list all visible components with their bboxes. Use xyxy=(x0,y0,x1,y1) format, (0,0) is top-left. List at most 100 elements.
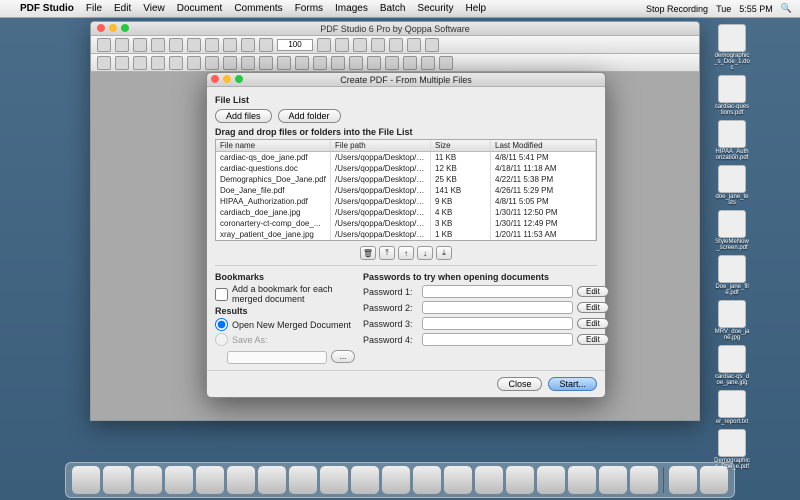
highlight-icon[interactable] xyxy=(331,56,345,70)
snapshot-icon[interactable] xyxy=(389,38,403,52)
desktop-file[interactable]: Doe_jane_file.pdf xyxy=(714,255,750,296)
first-page-icon[interactable] xyxy=(151,38,165,52)
dialog-close-icon[interactable] xyxy=(211,75,219,83)
desktop-file[interactable]: StyleMeNow_screen.pdf xyxy=(714,210,750,251)
minimize-icon[interactable] xyxy=(109,24,117,32)
note-icon[interactable] xyxy=(223,56,237,70)
line-icon[interactable] xyxy=(133,56,147,70)
dock-app5[interactable] xyxy=(568,466,596,494)
close-button[interactable]: Close xyxy=(497,377,542,391)
dock-app2[interactable] xyxy=(196,466,224,494)
squiggly-icon[interactable] xyxy=(385,56,399,70)
dock-safari[interactable] xyxy=(227,466,255,494)
zoom-out-icon[interactable] xyxy=(259,38,273,52)
add-folder-button[interactable]: Add folder xyxy=(278,109,341,123)
table-row[interactable]: cardiac-questions.doc/Users/qoppa/Deskto… xyxy=(216,163,596,174)
square-icon[interactable] xyxy=(115,56,129,70)
fit-width-icon[interactable] xyxy=(241,38,255,52)
callout-icon[interactable] xyxy=(259,56,273,70)
polygon-icon[interactable] xyxy=(187,56,201,70)
col-filepath[interactable]: File path xyxy=(331,140,431,151)
dock-app6[interactable] xyxy=(630,466,658,494)
add-files-button[interactable]: Add files xyxy=(215,109,272,123)
col-filename[interactable]: File name xyxy=(216,140,331,151)
distance-icon[interactable] xyxy=(421,56,435,70)
pwd2-input[interactable] xyxy=(422,301,573,314)
circle-icon[interactable] xyxy=(97,56,111,70)
zoom-input[interactable] xyxy=(277,39,313,51)
menu-view[interactable]: View xyxy=(143,3,165,14)
menu-comments[interactable]: Comments xyxy=(234,3,282,14)
dock-settings[interactable] xyxy=(134,466,162,494)
dock-finder[interactable] xyxy=(72,466,100,494)
link-icon[interactable] xyxy=(313,56,327,70)
textbox-icon[interactable] xyxy=(241,56,255,70)
table-row[interactable]: cardiacb_doe_jane.jpg/Users/qoppa/Deskto… xyxy=(216,207,596,218)
open-icon[interactable] xyxy=(97,38,111,52)
close-icon[interactable] xyxy=(97,24,105,32)
sound-icon[interactable] xyxy=(295,56,309,70)
table-row[interactable]: cardiac-qs_doe_jane.pdf/Users/qoppa/Desk… xyxy=(216,152,596,163)
pwd3-input[interactable] xyxy=(422,317,573,330)
menu-forms[interactable]: Forms xyxy=(295,3,323,14)
table-row[interactable]: xray_patient_doe_jane.jpg/Users/qoppa/De… xyxy=(216,229,596,240)
next-page-icon[interactable] xyxy=(187,38,201,52)
browse-button[interactable]: ... xyxy=(331,350,355,363)
move-down-button[interactable]: ↓ xyxy=(417,246,433,260)
open-new-radio[interactable] xyxy=(215,318,228,331)
dialog-minimize-icon[interactable] xyxy=(223,75,231,83)
dock-addressbook[interactable] xyxy=(320,466,348,494)
cloud-icon[interactable] xyxy=(205,56,219,70)
bookmark-checkbox[interactable] xyxy=(215,288,228,301)
dock-folder[interactable] xyxy=(669,466,697,494)
dock-app1[interactable] xyxy=(165,466,193,494)
desktop-file[interactable]: er_report.txt xyxy=(714,390,750,425)
menu-document[interactable]: Document xyxy=(177,3,223,14)
arrow-icon[interactable] xyxy=(151,56,165,70)
col-size[interactable]: Size xyxy=(431,140,491,151)
table-row[interactable]: Doe_Jane_file.pdf/Users/qoppa/Desktop/Do… xyxy=(216,185,596,196)
dock-pdfstudio[interactable] xyxy=(599,466,627,494)
spotlight-icon[interactable]: 🔍 xyxy=(781,3,792,14)
menubar-app[interactable]: PDF Studio xyxy=(20,3,74,14)
zoom-in-icon[interactable] xyxy=(317,38,331,52)
dock-app4[interactable] xyxy=(537,466,565,494)
edit-icon[interactable] xyxy=(425,38,439,52)
dock-quicktime[interactable] xyxy=(413,466,441,494)
prev-page-icon[interactable] xyxy=(169,38,183,52)
menu-help[interactable]: Help xyxy=(466,3,487,14)
underline-icon[interactable] xyxy=(349,56,363,70)
pwd2-edit-button[interactable]: Edit xyxy=(577,302,609,313)
dock-ichat[interactable] xyxy=(382,466,410,494)
stamp-icon[interactable] xyxy=(277,56,291,70)
dock-mail[interactable] xyxy=(258,466,286,494)
pwd1-edit-button[interactable]: Edit xyxy=(577,286,609,297)
start-button[interactable]: Start... xyxy=(548,377,597,391)
perimeter-icon[interactable] xyxy=(439,56,453,70)
dialog-zoom-icon[interactable] xyxy=(235,75,243,83)
pwd4-edit-button[interactable]: Edit xyxy=(577,334,609,345)
strikeout-icon[interactable] xyxy=(367,56,381,70)
dock-dashboard[interactable] xyxy=(103,466,131,494)
desktop-file[interactable]: cardiac-qs_doe_jane.jpg xyxy=(714,345,750,386)
crop-icon[interactable] xyxy=(407,38,421,52)
desktop-file[interactable]: doe_jane_tests xyxy=(714,165,750,206)
dock-eclipse[interactable] xyxy=(506,466,534,494)
desktop-file[interactable]: cardiac-questions.pdf xyxy=(714,75,750,116)
dock-ical[interactable] xyxy=(289,466,317,494)
menu-edit[interactable]: Edit xyxy=(114,3,131,14)
move-top-button[interactable]: ⤒ xyxy=(379,246,395,260)
last-page-icon[interactable] xyxy=(205,38,219,52)
dock-terminal[interactable] xyxy=(444,466,472,494)
move-bottom-button[interactable]: ⤓ xyxy=(436,246,452,260)
desktop-file[interactable]: HIPAA_Authorization.pdf xyxy=(714,120,750,161)
pwd1-input[interactable] xyxy=(422,285,573,298)
table-row[interactable]: HIPAA_Authorization.pdf/Users/qoppa/Desk… xyxy=(216,196,596,207)
pwd3-edit-button[interactable]: Edit xyxy=(577,318,609,329)
save-as-radio[interactable] xyxy=(215,333,228,346)
menu-images[interactable]: Images xyxy=(335,3,368,14)
col-modified[interactable]: Last Modified xyxy=(491,140,596,151)
desktop-file[interactable]: MRV_doe_jane.jpg xyxy=(714,300,750,341)
rotate-icon[interactable] xyxy=(335,38,349,52)
area-icon[interactable] xyxy=(403,56,417,70)
